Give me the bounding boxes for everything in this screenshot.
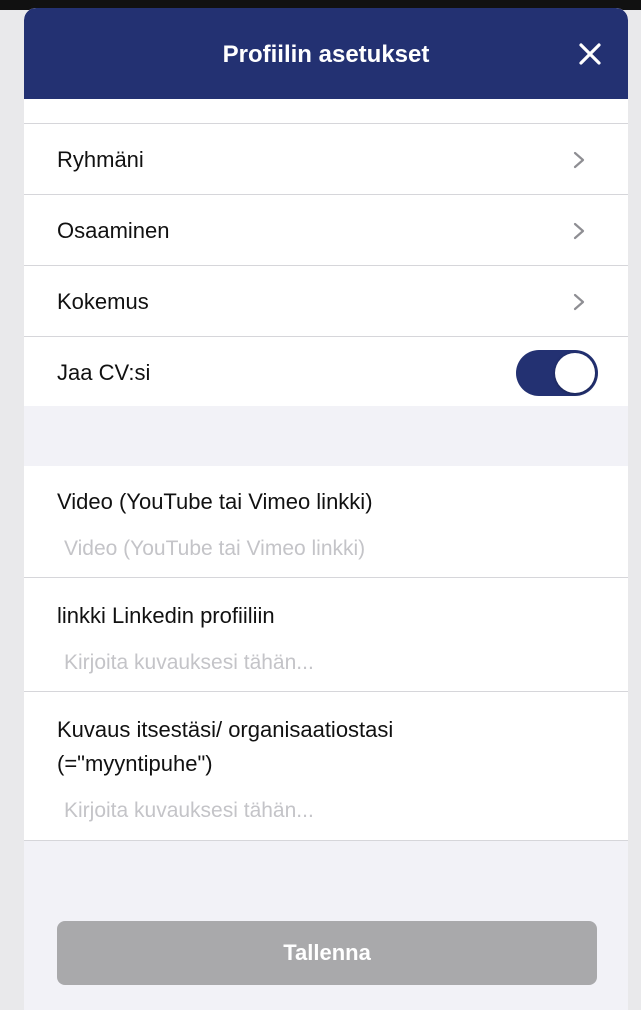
list-item-partially-hidden — [24, 99, 628, 123]
divider — [24, 577, 628, 578]
profile-form: Video (YouTube tai Vimeo linkki) linkki … — [24, 466, 628, 841]
header-bar: Profiilin asetukset — [24, 8, 628, 99]
settings-item-osaaminen[interactable]: Osaaminen — [24, 195, 628, 266]
share-cv-toggle[interactable] — [516, 349, 598, 396]
settings-item-kokemus[interactable]: Kokemus — [24, 266, 628, 337]
save-button[interactable]: Tallenna — [57, 921, 597, 985]
share-cv-row: Jaa CV:si — [24, 337, 628, 406]
chevron-right-icon — [573, 222, 585, 239]
close-button[interactable] — [574, 38, 606, 70]
toggle-knob — [555, 352, 595, 393]
description-field-label: Kuvaus itsestäsi/ organisaatiostasi — [57, 717, 394, 742]
settings-item-ryhmani[interactable]: Ryhmäni — [24, 124, 628, 195]
chevron-right-icon — [573, 293, 585, 310]
share-cv-label: Jaa CV:si — [57, 359, 151, 385]
close-icon — [579, 43, 601, 65]
linkedin-input[interactable] — [64, 647, 604, 679]
divider — [24, 840, 628, 841]
video-field-label: Video (YouTube tai Vimeo linkki) — [57, 489, 373, 514]
settings-item-label: Kokemus — [57, 288, 149, 314]
description-input[interactable] — [64, 795, 604, 827]
divider — [24, 691, 628, 692]
settings-list: Ryhmäni Osaaminen Kokemus Jaa CV:si — [24, 99, 628, 406]
settings-item-label: Ryhmäni — [57, 146, 144, 172]
settings-item-label: Osaaminen — [57, 217, 170, 243]
page-title: Profiilin asetukset — [222, 41, 430, 68]
profile-settings-sheet: Profiilin asetukset Ryhmäni Osaaminen Ko… — [24, 8, 628, 1010]
description-field-label-2: (="myyntipuhe") — [57, 751, 213, 776]
chevron-right-icon — [573, 151, 585, 168]
linkedin-field-label: linkki Linkedin profiiliin — [57, 603, 275, 628]
video-input[interactable] — [64, 533, 604, 565]
footer-bar: Tallenna — [24, 906, 628, 1010]
